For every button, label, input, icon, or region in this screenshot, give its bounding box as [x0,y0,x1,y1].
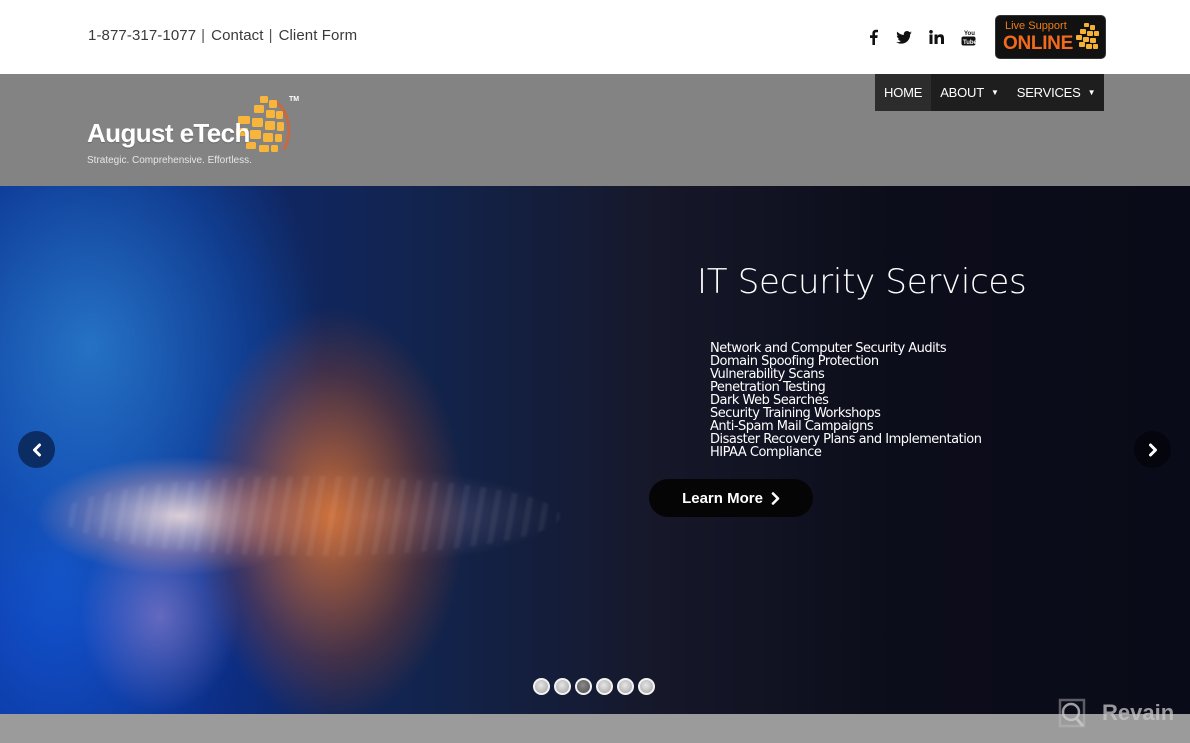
revain-watermark: Revain [1056,697,1174,729]
separator: | [201,27,206,44]
nav-label: SERVICES [1016,85,1081,100]
facebook-icon[interactable] [866,27,880,47]
slider-dot-6[interactable] [638,678,655,695]
chevron-left-icon [32,443,41,456]
caret-down-icon: ▼ [991,88,999,97]
top-contact-links: 1-877-317-1077 | Contact | Client Form [88,27,357,44]
site-logo[interactable]: TM August eTech Strategic. Comprehensive… [87,94,302,168]
slider-dot-4[interactable] [596,678,613,695]
linkedin-icon[interactable] [927,27,945,47]
separator: | [268,27,273,44]
learn-more-label: Learn More [682,489,763,507]
slider-dot-5[interactable] [617,678,634,695]
logo-tagline: Strategic. Comprehensive. Effortless. [87,155,252,166]
live-support-badge[interactable]: Live Support ONLINE [995,15,1106,59]
page-section-below [0,714,1190,743]
main-nav: HOME ABOUT ▼ SERVICES ▼ [875,74,1105,111]
trademark: TM [289,96,300,103]
logo-text: August eTech [87,118,250,148]
revain-logo-icon [1058,698,1086,728]
service-item: HIPAA Compliance [710,445,822,460]
slide-title: IT Security Services [697,262,1027,302]
slider-dot-3[interactable] [575,678,592,695]
caret-down-icon: ▼ [1087,88,1096,97]
phone-number[interactable]: 1-877-317-1077 [88,27,196,44]
chevron-right-icon [771,491,780,505]
slider-next-button[interactable] [1134,431,1171,468]
nav-label: ABOUT [940,85,984,100]
slider-pagination [533,678,655,695]
watermark-text: Revain [1102,700,1175,725]
youtube-icon[interactable]: You Tube [960,27,976,47]
top-bar: 1-877-317-1077 | Contact | Client Form You Tu… [0,0,1190,74]
globe-icon [1076,23,1099,49]
nav-item-services[interactable]: SERVICES ▼ [1008,74,1105,111]
nav-item-about[interactable]: ABOUT ▼ [931,74,1008,111]
nav-label: HOME [884,85,923,100]
twitter-icon[interactable] [895,27,913,47]
service-list: Network and Computer Security Audits Dom… [710,342,982,459]
svg-text:Tube: Tube [963,40,976,46]
client-form-link[interactable]: Client Form [279,27,358,44]
slider-prev-button[interactable] [18,431,55,468]
live-support-label: Live Support [1005,20,1067,32]
nav-item-home[interactable]: HOME [875,74,932,111]
slide-background-image [60,476,560,556]
slider-dot-1[interactable] [533,678,550,695]
chevron-right-icon [1148,443,1157,456]
slider-dot-2[interactable] [554,678,571,695]
learn-more-button[interactable]: Learn More [649,479,813,517]
live-support-status: ONLINE [1003,33,1073,54]
contact-link[interactable]: Contact [211,27,263,44]
svg-text:You: You [964,31,975,37]
